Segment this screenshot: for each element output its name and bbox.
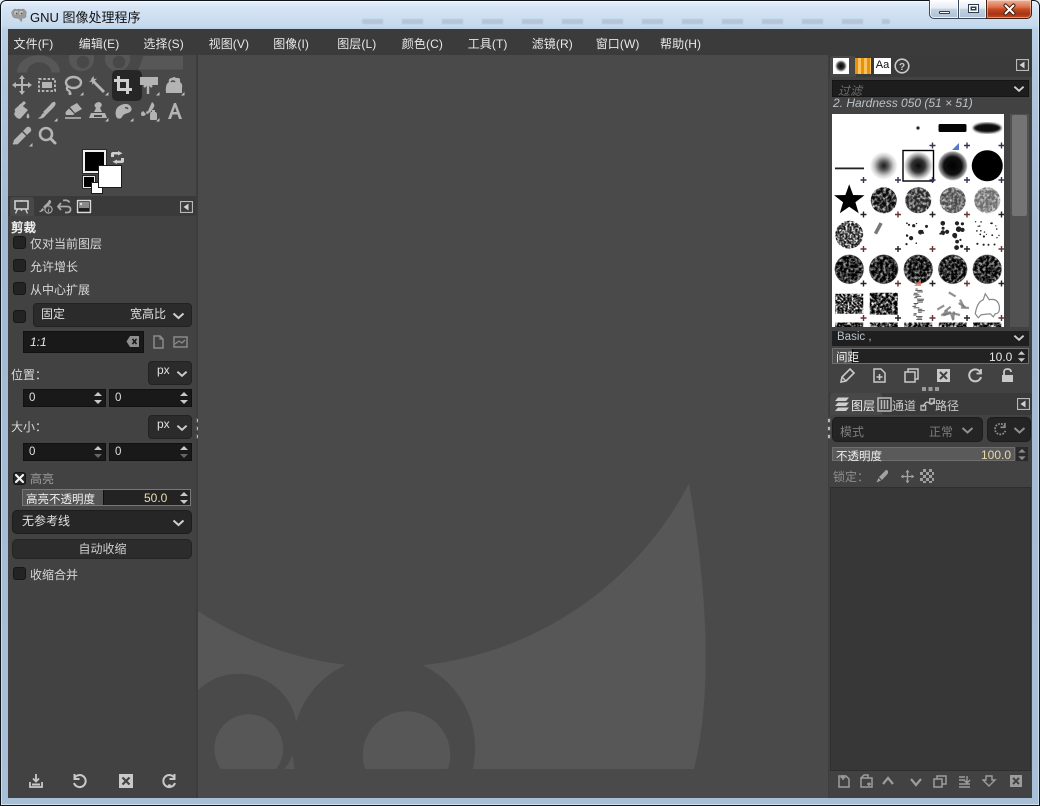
svg-text:i: i — [48, 207, 50, 214]
svg-text:?: ? — [899, 62, 905, 73]
